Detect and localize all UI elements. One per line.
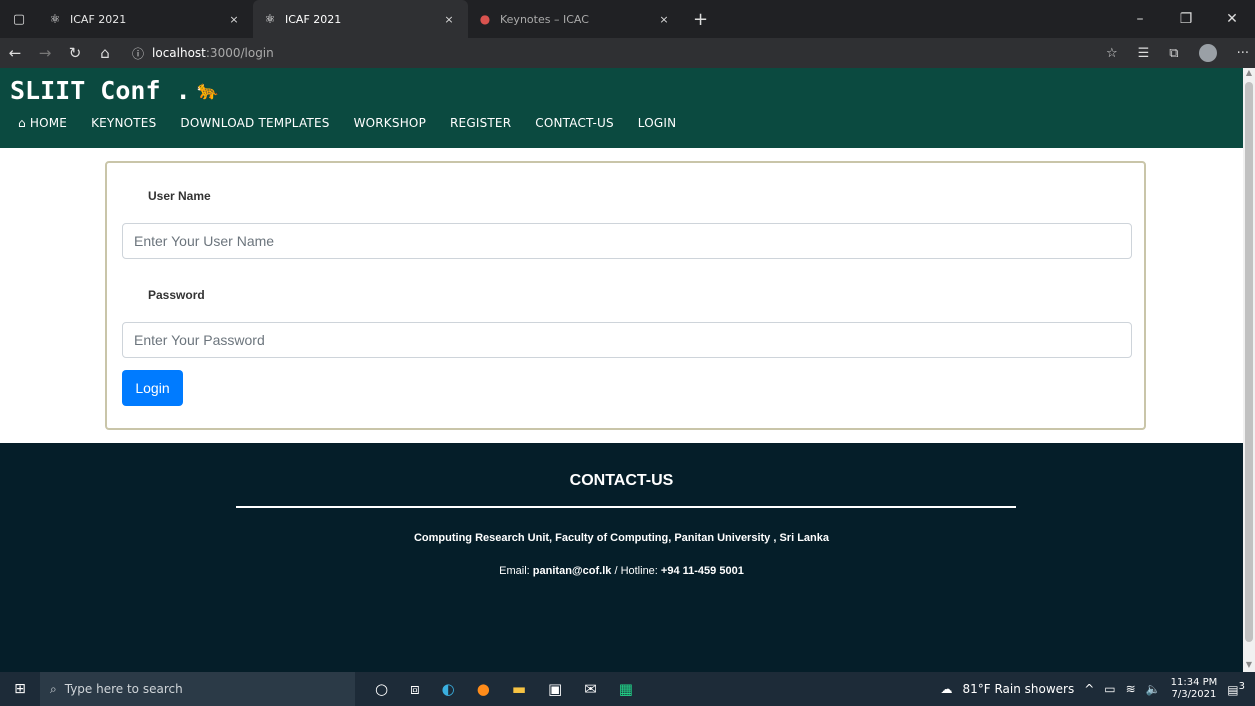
browser-tab-3[interactable]: ● Keynotes – ICAC × [468,0,683,38]
browser-tab-bar: ▢ ⚛ ICAF 2021 × ⚛ ICAF 2021 × ● Keynotes… [0,0,1255,38]
webstorm-icon[interactable]: ▦ [619,680,633,698]
network-icon[interactable]: ≋ [1126,682,1136,696]
footer-address: Computing Research Unit, Faculty of Comp… [413,532,829,544]
url-field[interactable]: ⓘ localhost:3000/login [132,45,274,62]
email-link[interactable]: panitan@cof.lk [533,565,612,577]
taskbar: ⊞ ⌕ Type here to search ○ ⧈ ◐ ● ▬ ▣ ✉ ▦ … [0,672,1255,706]
react-icon: ⚛ [49,12,61,26]
weather-text[interactable]: 81°F Rain showers [962,682,1074,696]
login-button[interactable]: Login [122,370,183,406]
minimize-button[interactable]: – [1117,0,1163,38]
forward-icon[interactable]: → [30,44,60,62]
task-view-icon[interactable]: ⧈ [410,680,420,698]
mail-icon[interactable]: ✉ [584,680,597,698]
close-tab-icon[interactable]: × [225,13,243,26]
nav-login[interactable]: LOGIN [638,116,677,130]
clock[interactable]: 11:34 PM 7/3/2021 [1171,677,1218,701]
store-icon[interactable]: ▣ [548,680,562,698]
profile-avatar[interactable] [1198,44,1217,62]
email-label: Email: [499,565,530,577]
close-tab-icon[interactable]: × [655,13,673,26]
tab-title: Keynotes – ICAC [500,12,589,26]
cortana-icon[interactable]: ○ [375,680,388,698]
brand-text: SLIIT Conf . [10,76,191,105]
nav-home[interactable]: ⌂ HOME [18,116,67,130]
page-scrollbar[interactable]: ▲ ▼ [1243,68,1255,672]
chevron-up-icon[interactable]: ^ [1084,682,1094,696]
weather-icon: ☁ [940,682,953,696]
volume-icon[interactable]: 🔈 [1146,682,1161,696]
nav-register[interactable]: REGISTER [450,116,511,130]
browser-tab-1[interactable]: ⚛ ICAF 2021 × [38,0,253,38]
browser-toolbar-right: ☆ ☰ ⧉ ··· [1106,38,1249,68]
scrollbar-thumb[interactable] [1245,82,1253,642]
url-path: :3000/login [205,46,274,60]
notifications-icon[interactable]: ▤3 [1227,681,1245,697]
refresh-icon[interactable]: ↻ [60,44,90,62]
home-icon[interactable]: ⌂ [90,44,120,62]
search-placeholder: Type here to search [64,682,183,696]
search-icon: ⌕ [50,681,57,696]
scroll-down-icon[interactable]: ▼ [1243,660,1255,672]
nav-keynotes[interactable]: KEYNOTES [91,116,156,130]
hotline-number: +94 11-459 5001 [660,565,744,577]
browser-tab-2[interactable]: ⚛ ICAF 2021 × [253,0,468,38]
collections-icon[interactable]: ⧉ [1169,46,1178,61]
time: 11:34 PM [1170,677,1218,688]
footer-divider [236,506,1016,508]
window-controls: – ❐ ✕ [1117,0,1255,38]
tab-title: ICAF 2021 [285,12,342,26]
react-icon: ⚛ [264,12,276,26]
site-favicon-icon: ● [479,12,491,26]
address-bar: ← → ↻ ⌂ ⓘ localhost:3000/login ☆ ☰ ⧉ ··· [0,38,1255,68]
main-nav: ⌂ HOME KEYNOTES DOWNLOAD TEMPLATES WORKS… [18,116,676,130]
nav-contact-us[interactable]: CONTACT-US [535,116,614,130]
scroll-up-icon[interactable]: ▲ [1243,68,1255,80]
tab-actions-icon[interactable]: ▢ [0,0,38,38]
password-input[interactable] [122,322,1132,358]
logo-icon: 🐆 [196,80,220,101]
notification-count: 3 [1238,681,1245,692]
taskbar-search[interactable]: ⌕ Type here to search [40,672,355,706]
username-label: User Name [148,189,211,203]
home-icon: ⌂ [18,116,30,130]
username-input[interactable] [122,223,1132,259]
close-tab-icon[interactable]: × [440,13,458,26]
footer-heading: CONTACT-US [569,472,674,489]
brand[interactable]: SLIIT Conf . 🐆 [10,76,219,105]
back-icon[interactable]: ← [0,44,30,62]
close-window-button[interactable]: ✕ [1209,0,1255,38]
site-header: SLIIT Conf . 🐆 ⌂ HOME KEYNOTES DOWNLOAD … [0,68,1243,148]
footer-contact: Email: panitan@cof.lk / Hotline: +94 11-… [0,565,1243,577]
nav-label: HOME [29,116,68,130]
password-label: Password [148,288,205,302]
add-favorite-icon[interactable]: ☆ [1106,46,1118,61]
favorites-icon[interactable]: ☰ [1138,46,1150,61]
firefox-icon[interactable]: ● [477,680,490,698]
nav-workshop[interactable]: WORKSHOP [354,116,426,130]
date: 7/3/2021 [1171,689,1217,700]
battery-icon[interactable]: ▭ [1104,682,1115,696]
edge-icon[interactable]: ◐ [442,680,455,698]
hotline-label: Hotline: [620,565,658,577]
restore-button[interactable]: ❐ [1163,0,1209,38]
nav-download-templates[interactable]: DOWNLOAD TEMPLATES [180,116,329,130]
file-explorer-icon[interactable]: ▬ [512,680,526,698]
new-tab-button[interactable]: + [693,9,708,30]
system-tray: ☁ 81°F Rain showers ^ ▭ ≋ 🔈 11:34 PM 7/3… [940,672,1255,706]
login-form-card: User Name Password Login [105,161,1146,430]
windows-start-icon[interactable]: ⊞ [0,681,40,697]
taskbar-apps: ○ ⧈ ◐ ● ▬ ▣ ✉ ▦ [375,680,633,698]
site-footer: CONTACT-US Computing Research Unit, Facu… [0,443,1243,672]
info-icon[interactable]: ⓘ [132,45,144,62]
tab-title: ICAF 2021 [70,12,127,26]
url-host: localhost [152,46,206,60]
more-menu-icon[interactable]: ··· [1237,46,1249,61]
separator: / [614,565,618,577]
